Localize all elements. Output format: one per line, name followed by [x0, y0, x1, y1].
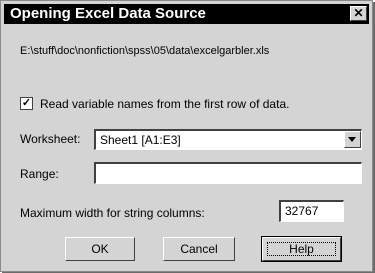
worksheet-select[interactable]: Sheet1 [A1:E3] [94, 129, 362, 150]
title-bar[interactable]: Opening Excel Data Source ✕ [4, 4, 369, 24]
help-button-label: Help [289, 242, 314, 256]
chevron-down-icon[interactable] [344, 131, 361, 148]
max-width-label: Maximum width for string columns: [20, 206, 205, 220]
excel-source-dialog: Opening Excel Data Source ✕ E:\stuff\doc… [0, 0, 373, 272]
close-icon: ✕ [353, 6, 364, 20]
cancel-button[interactable]: Cancel [163, 237, 235, 261]
ok-button[interactable]: OK [65, 237, 135, 261]
worksheet-label: Worksheet: [20, 132, 81, 146]
read-names-checkbox[interactable]: ✓ [20, 97, 33, 110]
range-label: Range: [20, 167, 59, 181]
source-file-path: E:\stuff\doc\nonfiction\spss\05\data\exc… [20, 45, 270, 57]
range-input[interactable] [94, 162, 362, 184]
worksheet-value: Sheet1 [A1:E3] [100, 133, 181, 147]
read-names-label[interactable]: Read variable names from the first row o… [40, 97, 289, 111]
cancel-button-label: Cancel [180, 242, 218, 256]
help-button[interactable]: Help [261, 236, 342, 262]
checkmark-icon: ✓ [21, 97, 32, 109]
ok-button-label: OK [91, 242, 109, 256]
max-width-input[interactable]: 32767 [279, 200, 344, 222]
close-button[interactable]: ✕ [350, 6, 367, 21]
dialog-title: Opening Excel Data Source [10, 5, 206, 22]
